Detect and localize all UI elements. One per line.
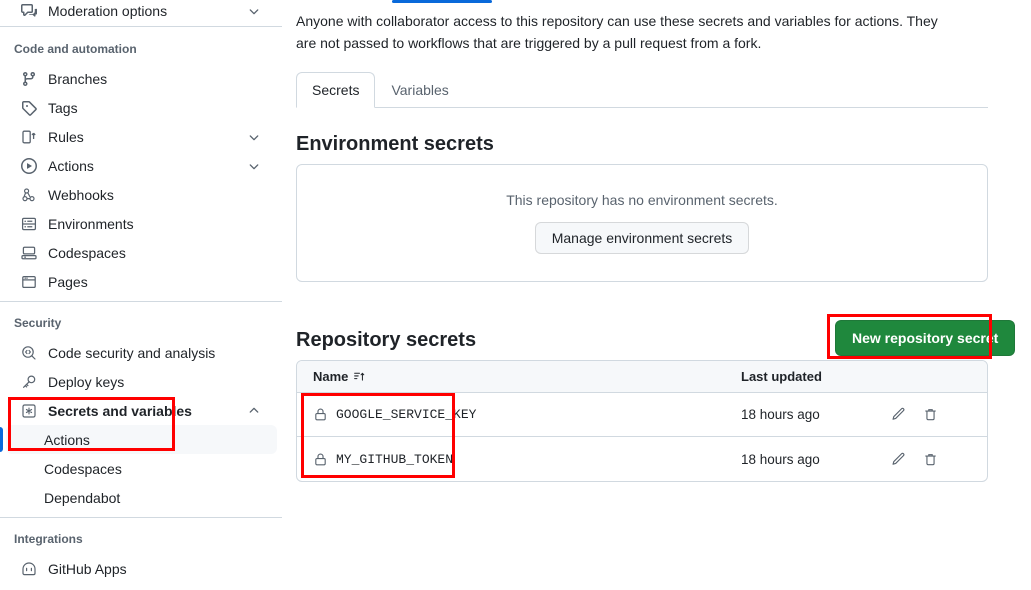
sidebar-item-label: Moderation options	[48, 2, 168, 19]
manage-environment-secrets-button[interactable]: Manage environment secrets	[534, 222, 750, 254]
secret-last-updated: 18 hours ago	[741, 407, 820, 422]
row-actions	[891, 452, 971, 467]
page-description: Anyone with collaborator access to this …	[296, 13, 938, 51]
chevron-down-icon	[247, 4, 261, 18]
sidebar-item-code-security-and-analysis[interactable]: Code security and analysis	[6, 338, 277, 367]
table-header-row: Name Last updated	[297, 361, 987, 393]
secret-name-text: GOOGLE_SERVICE_KEY	[336, 407, 477, 422]
code-search-icon	[20, 344, 37, 361]
sidebar-item-label: Deploy keys	[48, 373, 125, 390]
sidebar-group-integrations: GitHub Apps	[0, 554, 283, 583]
sidebar-item-webhooks[interactable]: Webhooks	[6, 180, 277, 209]
sidebar-subitem-dependabot[interactable]: Dependabot	[6, 483, 277, 512]
new-repository-secret-button[interactable]: New repository secret	[835, 320, 1016, 356]
sidebar-item-label: Secrets and variables	[48, 402, 192, 419]
sort-asc-icon[interactable]	[353, 370, 366, 383]
column-header-last-updated: Last updated	[741, 369, 822, 384]
pencil-icon[interactable]	[891, 407, 906, 422]
sidebar-item-label: Actions	[48, 157, 94, 174]
sidebar-item-label: Codespaces	[48, 244, 126, 261]
top-tab-active-indicator	[392, 0, 492, 3]
sidebar-item-label: Rules	[48, 128, 84, 145]
settings-sidebar: Moderation options Code and automation B…	[0, 0, 283, 590]
active-nav-indicator	[0, 427, 3, 452]
chevron-down-icon	[247, 130, 261, 144]
sidebar-section-security-label: Security	[14, 316, 62, 330]
tab-label: Variables	[391, 82, 449, 98]
rules-icon	[20, 128, 37, 145]
repository-secrets-heading: Repository secrets	[296, 329, 477, 351]
webhook-icon	[20, 186, 37, 203]
main-content: Anyone with collaborator access to this …	[296, 0, 1031, 590]
sidebar-item-label: Environments	[48, 215, 134, 232]
sidebar-item-github-apps[interactable]: GitHub Apps	[6, 554, 277, 583]
repository-secrets-settings-page: Moderation options Code and automation B…	[0, 0, 1031, 590]
sidebar-section-code-and-automation-label: Code and automation	[14, 42, 137, 56]
sidebar-divider-2	[0, 301, 282, 302]
lock-icon	[313, 407, 328, 422]
sidebar-subitem-label: Dependabot	[44, 489, 121, 506]
trash-icon[interactable]	[923, 407, 938, 422]
secret-name-cell: MY_GITHUB_TOKEN	[313, 452, 741, 467]
git-branch-icon	[20, 70, 37, 87]
sidebar-item-moderation-options[interactable]: Moderation options	[6, 0, 277, 25]
sidebar-item-pages[interactable]: Pages	[6, 267, 277, 296]
sidebar-group-code-automation: Branches Tags Rules Actions Webhooks Env…	[0, 64, 283, 296]
sidebar-group-security: Code security and analysis Deploy keys S…	[0, 338, 283, 512]
environment-secrets-heading: Environment secrets	[296, 133, 494, 155]
sidebar-item-tags[interactable]: Tags	[6, 93, 277, 122]
key-icon	[20, 373, 37, 390]
sidebar-subitem-actions[interactable]: Actions	[6, 425, 277, 454]
sidebar-item-label: Pages	[48, 273, 88, 290]
sidebar-section-integrations-label: Integrations	[14, 532, 83, 546]
trash-icon[interactable]	[923, 452, 938, 467]
secret-name-text: MY_GITHUB_TOKEN	[336, 451, 454, 467]
sidebar-item-label: Tags	[48, 99, 78, 116]
asterisk-box-icon	[20, 402, 37, 419]
sidebar-item-branches[interactable]: Branches	[6, 64, 277, 93]
play-circle-icon	[20, 157, 37, 174]
secret-name-cell: GOOGLE_SERVICE_KEY	[313, 407, 741, 422]
column-header-name-label: Name	[313, 369, 349, 384]
comment-discussion-icon	[20, 2, 37, 19]
secrets-variables-tablist: Secrets Variables	[296, 72, 988, 108]
sidebar-divider-1	[0, 26, 282, 27]
column-header-name[interactable]: Name	[313, 369, 741, 384]
sidebar-item-rules[interactable]: Rules	[6, 122, 277, 151]
sidebar-subitem-codespaces[interactable]: Codespaces	[6, 454, 277, 483]
row-actions	[891, 407, 971, 422]
chevron-down-icon	[247, 159, 261, 173]
sidebar-divider-3	[0, 517, 282, 518]
table-row: MY_GITHUB_TOKEN 18 hours ago	[297, 437, 987, 481]
sidebar-item-actions[interactable]: Actions	[6, 151, 277, 180]
tab-secrets[interactable]: Secrets	[296, 72, 376, 108]
sidebar-item-label: Webhooks	[48, 186, 114, 203]
sidebar-item-codespaces[interactable]: Codespaces	[6, 238, 277, 267]
codespaces-icon	[20, 244, 37, 261]
sidebar-subitem-label: Codespaces	[44, 460, 122, 477]
environment-secrets-card: This repository has no environment secre…	[296, 164, 988, 282]
sidebar-item-environments[interactable]: Environments	[6, 209, 277, 238]
tab-variables[interactable]: Variables	[375, 72, 464, 108]
browser-icon	[20, 273, 37, 290]
tag-icon	[20, 99, 37, 116]
secret-last-updated: 18 hours ago	[741, 451, 820, 467]
sidebar-item-secrets-and-variables[interactable]: Secrets and variables	[6, 396, 277, 425]
repository-secrets-table: Name Last updated GOOGLE_SERVICE_KEY 18 …	[296, 360, 988, 482]
lock-icon	[313, 452, 328, 467]
sidebar-item-label: GitHub Apps	[48, 560, 127, 577]
pencil-icon[interactable]	[891, 452, 906, 467]
server-icon	[20, 215, 37, 232]
sidebar-subitem-label: Actions	[44, 431, 90, 448]
chevron-up-icon	[247, 404, 261, 418]
environment-secrets-empty-message: This repository has no environment secre…	[506, 192, 778, 208]
table-row: GOOGLE_SERVICE_KEY 18 hours ago	[297, 393, 987, 437]
github-apps-icon	[20, 560, 37, 577]
sidebar-item-label: Code security and analysis	[48, 344, 216, 361]
tab-label: Secrets	[312, 82, 360, 98]
sidebar-item-label: Branches	[48, 70, 108, 87]
sidebar-item-deploy-keys[interactable]: Deploy keys	[6, 367, 277, 396]
